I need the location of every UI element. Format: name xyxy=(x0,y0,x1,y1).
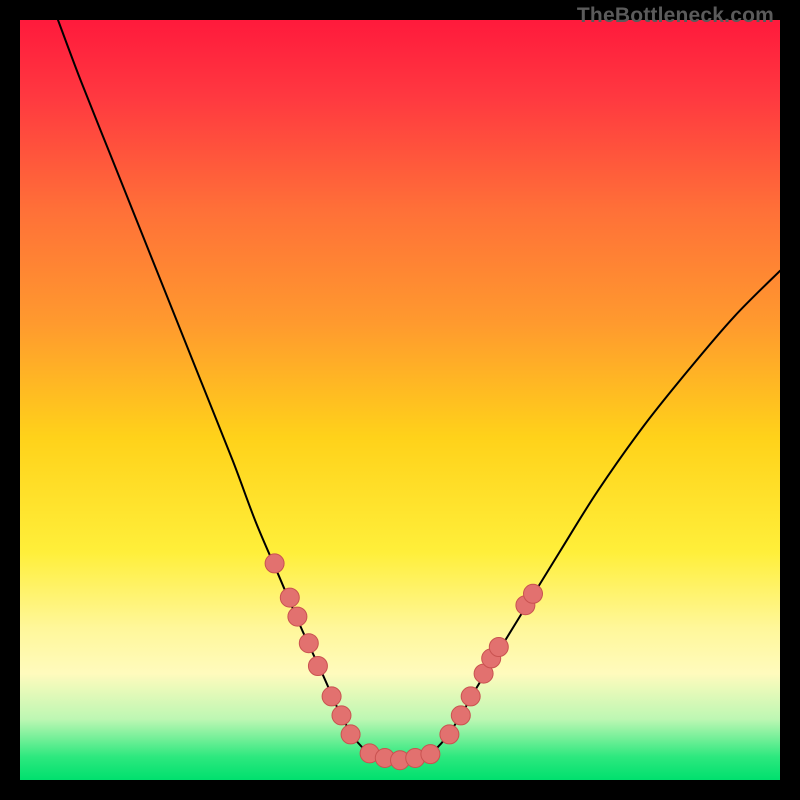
chart-frame: TheBottleneck.com xyxy=(0,0,800,800)
plot-area xyxy=(20,20,780,780)
data-point xyxy=(265,554,284,573)
data-point xyxy=(280,588,299,607)
data-point xyxy=(322,687,341,706)
chart-canvas xyxy=(20,20,780,780)
data-point xyxy=(421,745,440,764)
data-point xyxy=(299,634,318,653)
data-point xyxy=(489,638,508,657)
data-point xyxy=(288,607,307,626)
data-point xyxy=(451,706,470,725)
gradient-background xyxy=(20,20,780,780)
data-point xyxy=(341,725,360,744)
data-point xyxy=(440,725,459,744)
data-point xyxy=(461,687,480,706)
data-point xyxy=(308,657,327,676)
data-point xyxy=(524,584,543,603)
watermark-text: TheBottleneck.com xyxy=(577,4,774,28)
data-point xyxy=(332,706,351,725)
